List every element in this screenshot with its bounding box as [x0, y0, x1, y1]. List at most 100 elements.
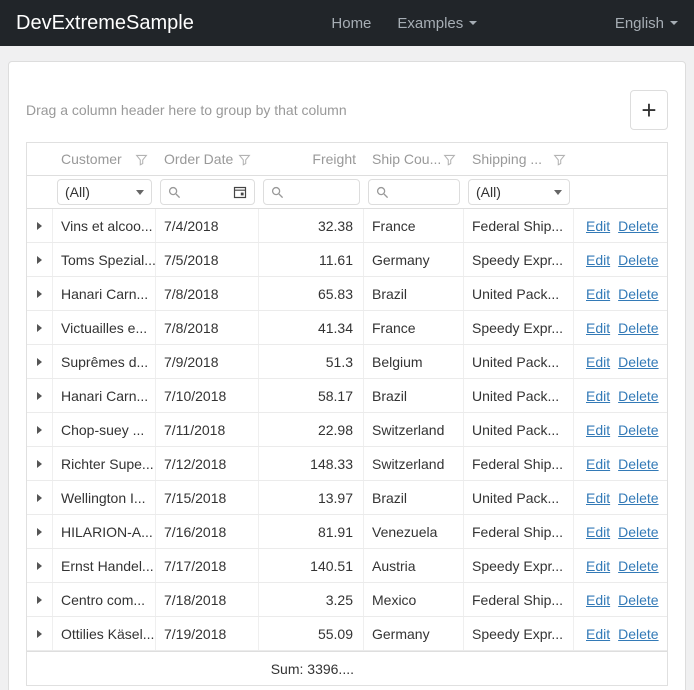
edit-link[interactable]: Edit [586, 218, 610, 234]
calendar-icon[interactable] [233, 185, 247, 199]
chevron-right-icon [37, 596, 42, 604]
language-selector[interactable]: English [615, 15, 678, 32]
edit-link[interactable]: Edit [586, 456, 610, 472]
chevron-right-icon [37, 392, 42, 400]
edit-link[interactable]: Edit [586, 422, 610, 438]
expand-row-button[interactable] [27, 549, 53, 582]
actions-cell: Edit Delete [574, 617, 667, 650]
ship-country-cell: France [364, 311, 464, 344]
edit-link[interactable]: Edit [586, 592, 610, 608]
edit-link[interactable]: Edit [586, 354, 610, 370]
delete-link[interactable]: Delete [618, 524, 658, 540]
shipping-company-cell: Speedy Expr... [464, 617, 574, 650]
order-date-cell: 7/4/2018 [156, 209, 259, 242]
summary-empty-cell [156, 652, 259, 685]
expand-row-button[interactable] [27, 311, 53, 344]
ship-country-cell: Switzerland [364, 447, 464, 480]
table-row: Ottilies Käsel... 7/19/2018 55.09 German… [27, 617, 667, 651]
expand-row-button[interactable] [27, 345, 53, 378]
add-row-button[interactable]: + [630, 90, 668, 130]
delete-link[interactable]: Delete [618, 388, 658, 404]
filter-funnel-icon[interactable] [135, 153, 148, 166]
shipping-company-cell: United Pack... [464, 413, 574, 446]
edit-link[interactable]: Edit [586, 252, 610, 268]
shipping-filter-cell: (All) [464, 176, 574, 208]
delete-link[interactable]: Delete [618, 218, 658, 234]
edit-link[interactable]: Edit [586, 524, 610, 540]
filter-funnel-icon[interactable] [238, 153, 251, 166]
chevron-down-icon [136, 190, 144, 195]
column-header-shipping[interactable]: Shipping ... [464, 143, 574, 175]
nav-item-examples-label: Examples [397, 15, 463, 32]
column-header-order-date[interactable]: Order Date [156, 143, 259, 175]
edit-link[interactable]: Edit [586, 558, 610, 574]
shipping-company-cell: United Pack... [464, 345, 574, 378]
freight-cell: 55.09 [259, 617, 364, 650]
expand-row-button[interactable] [27, 447, 53, 480]
table-row: Victuailles e... 7/8/2018 41.34 France S… [27, 311, 667, 345]
delete-link[interactable]: Delete [618, 422, 658, 438]
chevron-right-icon [37, 324, 42, 332]
edit-link[interactable]: Edit [586, 286, 610, 302]
column-header-customer[interactable]: Customer [53, 143, 156, 175]
shipping-filter-select[interactable]: (All) [468, 179, 570, 205]
delete-link[interactable]: Delete [618, 456, 658, 472]
group-panel[interactable]: Drag a column header here to group by th… [26, 102, 347, 118]
order-date-cell: 7/18/2018 [156, 583, 259, 616]
customer-cell: Richter Supe... [53, 447, 156, 480]
freight-summary: Sum: 3396.... [259, 652, 364, 685]
customer-cell: Wellington I... [53, 481, 156, 514]
table-row: Hanari Carn... 7/8/2018 65.83 Brazil Uni… [27, 277, 667, 311]
customer-filter-select[interactable]: (All) [57, 179, 152, 205]
order-date-filter-cell [156, 176, 259, 208]
delete-link[interactable]: Delete [618, 286, 658, 302]
summary-empty-cell [464, 652, 574, 685]
column-header-ship-country[interactable]: Ship Cou... [364, 143, 464, 175]
expand-row-button[interactable] [27, 583, 53, 616]
shipping-filter-value: (All) [476, 184, 548, 200]
expand-row-button[interactable] [27, 413, 53, 446]
expand-row-button[interactable] [27, 277, 53, 310]
customer-filter-value: (All) [65, 184, 130, 200]
filter-funnel-icon[interactable] [443, 153, 456, 166]
chevron-right-icon [37, 256, 42, 264]
table-row: Suprêmes d... 7/9/2018 51.3 Belgium Unit… [27, 345, 667, 379]
freight-filter-input[interactable] [263, 179, 360, 205]
freight-cell: 41.34 [259, 311, 364, 344]
expand-row-button[interactable] [27, 209, 53, 242]
column-header-freight[interactable]: Freight [259, 143, 364, 175]
order-date-cell: 7/8/2018 [156, 277, 259, 310]
expand-row-button[interactable] [27, 515, 53, 548]
column-header-shipping-label: Shipping ... [472, 151, 542, 167]
chevron-down-icon [670, 21, 678, 25]
delete-link[interactable]: Delete [618, 320, 658, 336]
delete-link[interactable]: Delete [618, 490, 658, 506]
filter-funnel-icon[interactable] [553, 153, 566, 166]
nav-item-home[interactable]: Home [331, 15, 371, 32]
expand-row-button[interactable] [27, 379, 53, 412]
delete-link[interactable]: Delete [618, 558, 658, 574]
customer-cell: Hanari Carn... [53, 379, 156, 412]
table-row: Chop-suey ... 7/11/2018 22.98 Switzerlan… [27, 413, 667, 447]
brand-link[interactable]: DevExtremeSample [16, 12, 194, 35]
delete-link[interactable]: Delete [618, 592, 658, 608]
delete-link[interactable]: Delete [618, 626, 658, 642]
delete-link[interactable]: Delete [618, 252, 658, 268]
expand-row-button[interactable] [27, 617, 53, 650]
table-row: Hanari Carn... 7/10/2018 58.17 Brazil Un… [27, 379, 667, 413]
edit-link[interactable]: Edit [586, 320, 610, 336]
edit-link[interactable]: Edit [586, 490, 610, 506]
nav-item-examples[interactable]: Examples [397, 15, 477, 32]
order-date-filter-input[interactable] [160, 179, 255, 205]
delete-link[interactable]: Delete [618, 354, 658, 370]
chevron-right-icon [37, 562, 42, 570]
edit-link[interactable]: Edit [586, 388, 610, 404]
ship-country-filter-input[interactable] [368, 179, 460, 205]
expand-row-button[interactable] [27, 481, 53, 514]
actions-header-cell [574, 143, 667, 175]
expand-row-button[interactable] [27, 243, 53, 276]
chevron-right-icon [37, 358, 42, 366]
customer-cell: Hanari Carn... [53, 277, 156, 310]
edit-link[interactable]: Edit [586, 626, 610, 642]
chevron-down-icon [469, 21, 477, 25]
